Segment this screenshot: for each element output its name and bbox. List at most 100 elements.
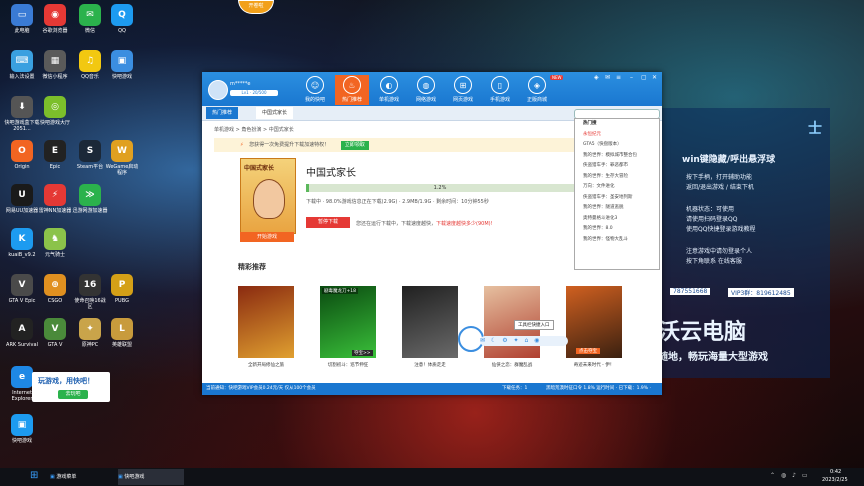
- maximize-icon[interactable]: ▢: [641, 74, 647, 81]
- desktop-icon[interactable]: ⬇ 快吧游戏盒下载2051...: [4, 96, 40, 132]
- nav-icon: ☺: [306, 76, 324, 94]
- recommend-label[interactable]: 注意！体质走走: [395, 362, 465, 368]
- desktop-icon[interactable]: ≫ 迅游网游加速器: [72, 184, 108, 214]
- desktop-icon-label: 此电脑: [14, 28, 30, 34]
- recommend-card[interactable]: [402, 286, 458, 360]
- app-icon: ⌨: [11, 50, 33, 72]
- tab-hot[interactable]: 热门推荐: [206, 107, 239, 119]
- nav-item[interactable]: ▯ 手机游戏: [483, 75, 517, 105]
- popup-item[interactable]: GTA5（快盘版本）: [575, 140, 659, 151]
- desktop-icon[interactable]: ▭ 此电脑: [4, 4, 40, 34]
- tab-game[interactable]: 中国式家长: [256, 107, 294, 119]
- desktop-icon[interactable]: U 网易UU加速器: [4, 184, 40, 214]
- nav-item[interactable]: ⊞ 网页游戏: [446, 75, 480, 105]
- nav-label: 手机游戏: [489, 97, 510, 103]
- toolbar-tip: 工具栏快捷入口: [514, 320, 554, 330]
- desktop-icon[interactable]: ♞ 元气骑士: [37, 228, 73, 258]
- recommend-cover: [238, 286, 294, 358]
- app-icon: K: [11, 228, 33, 250]
- top-badge[interactable]: 开卷啦: [238, 0, 274, 14]
- top-badge-label: 开卷啦: [248, 3, 264, 9]
- ad-button[interactable]: 去玩吧: [58, 390, 88, 399]
- desktop-icon[interactable]: P PUBG: [104, 274, 140, 304]
- desktop-icon[interactable]: 16 使命召唤16战区: [72, 274, 108, 310]
- desktop-icon[interactable]: ✉ 微信: [72, 4, 108, 34]
- nav-item[interactable]: ◍ 网络游戏: [409, 75, 443, 105]
- recommend-card[interactable]: [238, 286, 294, 360]
- desktop-icon[interactable]: O Origin: [4, 140, 40, 170]
- toolbar-icons[interactable]: ✉ ☾ ⚙ ✦ ⌂ ◉: [480, 336, 568, 346]
- nav-item[interactable]: ◐ 单机游戏: [372, 75, 406, 105]
- warning-link[interactable]: 下载速度越快多少(90M)!: [436, 221, 493, 227]
- close-icon[interactable]: ✕: [652, 74, 657, 81]
- popup-item[interactable]: 我的世界：隧道逃脱: [575, 203, 659, 214]
- popup-item[interactable]: 万向：文件进化: [575, 182, 659, 193]
- taskbar-item-label: 游戏菜单: [56, 474, 77, 480]
- desktop-icon[interactable]: KkuaiB_v9.2: [4, 228, 40, 258]
- popup-item[interactable]: 我的世界：怪物大乱斗: [575, 235, 659, 246]
- desktop-icon[interactable]: A ARK Survival: [4, 318, 40, 348]
- app-icon: ▭: [11, 4, 33, 26]
- clock[interactable]: 0:42: [830, 469, 841, 475]
- recommend-card[interactable]: [320, 286, 376, 360]
- desktop-icon[interactable]: ✦ 原神PC: [72, 318, 108, 348]
- vip-group: VIP3群：819612485: [728, 288, 794, 297]
- qq-group: 787551668: [670, 288, 711, 295]
- nav-item[interactable]: ♨ 热门推荐: [335, 75, 369, 105]
- app-icon: ⚡: [44, 184, 66, 206]
- recommend-label[interactable]: 奇迹未来时代 - 伊！: [559, 362, 629, 368]
- taskbar-item-kuaiba[interactable]: ▣ 快吧游戏: [118, 469, 184, 485]
- desktop-icon-label: PUBG: [115, 298, 129, 304]
- rec-badge[interactable]: 夺宝>>: [352, 350, 373, 356]
- desktop-icon[interactable]: S Steam平台: [72, 140, 108, 170]
- popup-item[interactable]: 奥特曼格斗进化3: [575, 214, 659, 225]
- desktop-icon-label: 元气骑士: [44, 252, 65, 258]
- start-icon[interactable]: ⊞: [30, 470, 38, 481]
- nav-item[interactable]: ◈ 正版商城: [520, 75, 554, 105]
- popup-item[interactable]: 我的世界：模拟城市整合包: [575, 151, 659, 162]
- desktop-icon[interactable]: W WeGame启动程序: [104, 140, 140, 176]
- desktop-icon[interactable]: Q QQ: [104, 4, 140, 34]
- desktop-icon[interactable]: ▦ 微信小程序: [37, 50, 73, 80]
- pause-download-button[interactable]: 暂停下载: [306, 217, 350, 228]
- desktop-icon[interactable]: ⌨ 输入法设置: [4, 50, 40, 80]
- recommend-label[interactable]: 全新开局修仙之旅: [231, 362, 301, 368]
- app-icon: ♞: [44, 228, 66, 250]
- start-game-button[interactable]: 开始游戏: [240, 232, 294, 242]
- tray-icons[interactable]: ⌃ ◍ ♪ ▭: [770, 472, 809, 479]
- desktop-icon-label: 网易UU加速器: [5, 208, 39, 214]
- desktop-icon[interactable]: V GTA V Epic: [4, 274, 40, 304]
- app-icon: ▣: [11, 414, 33, 436]
- ad-text: 玩游戏，用快吧！: [38, 377, 94, 385]
- desktop-icon[interactable]: L 英雄联盟: [104, 318, 140, 348]
- desktop-icon[interactable]: E Epic: [37, 140, 73, 170]
- rec-badge[interactable]: 点击夺宝: [576, 348, 600, 354]
- popup-item[interactable]: 我的世界：8.0: [575, 224, 659, 235]
- user-avatar[interactable]: [208, 80, 228, 100]
- popup-item[interactable]: 侠盗猎车手：罪恶都市: [575, 161, 659, 172]
- desktop-icon[interactable]: V GTA V: [37, 318, 73, 348]
- popup-item[interactable]: 永恒纪元: [575, 130, 659, 141]
- desktop-icon-label: GTA V: [47, 342, 63, 348]
- minimize-icon[interactable]: –: [630, 74, 633, 81]
- desktop-ad[interactable]: 玩游戏，用快吧！ 去玩吧: [32, 372, 110, 402]
- skin-icon[interactable]: ◈: [594, 74, 599, 81]
- desktop-icon[interactable]: ♫ QQ音乐: [72, 50, 108, 80]
- desktop-icon[interactable]: ⚡ 雷神NN加速器: [37, 184, 73, 214]
- taskbar-item-menu[interactable]: ▣ 游戏菜单: [50, 469, 116, 485]
- menu-icon[interactable]: ≡: [616, 74, 621, 81]
- desktop-icon[interactable]: ◎ 快吧游戏大厅: [37, 96, 73, 126]
- recommend-label[interactable]: 仙侠之恋：群魔乱战: [477, 362, 547, 368]
- date[interactable]: 2023/2/25: [822, 477, 848, 483]
- notice-button[interactable]: 立即领取: [340, 141, 369, 150]
- desktop-icon[interactable]: ◉ 谷歌浏览器: [37, 4, 73, 34]
- popup-item[interactable]: 侠盗猎车手：圣安地列斯: [575, 193, 659, 204]
- desktop-icon[interactable]: ⊕ CSGO: [37, 274, 73, 304]
- desktop-icon[interactable]: ▣ 快吧游戏: [4, 414, 40, 444]
- message-icon[interactable]: ✉: [605, 74, 610, 81]
- nav-item[interactable]: ☺ 我的快吧: [298, 75, 332, 105]
- popup-item[interactable]: 我的世界：生存大冒险: [575, 172, 659, 183]
- game-cover[interactable]: 中国式家长: [240, 158, 296, 234]
- desktop-icon[interactable]: ▣ 快吧游戏: [104, 50, 140, 80]
- recommend-label[interactable]: 切割初斗：巡节伸狂: [313, 362, 383, 368]
